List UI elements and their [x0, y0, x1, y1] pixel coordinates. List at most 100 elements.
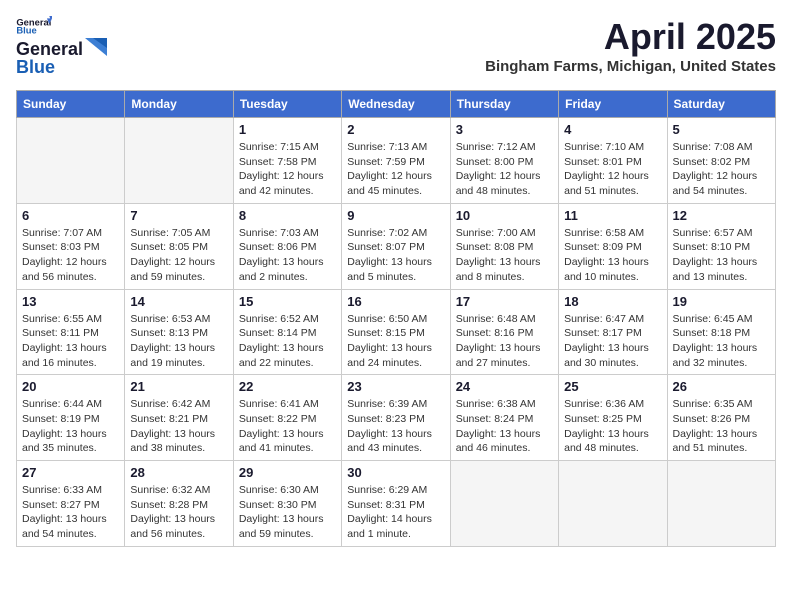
day-number: 1 [239, 122, 336, 137]
calendar-cell: 17 Sunrise: 6:48 AM Sunset: 8:16 PM Dayli… [450, 289, 558, 375]
calendar-week-5: 27Sunrise: 6:33 AM Sunset: 8:27 PM Dayli… [17, 461, 776, 547]
day-number: 29 [239, 465, 336, 480]
day-info: Sunrise: 6:33 AM Sunset: 8:27 PM Dayligh… [22, 483, 119, 542]
calendar-cell: 4Sunrise: 7:10 AM Sunset: 8:01 PM Daylig… [559, 118, 667, 204]
day-info: Sunrise: 7:00 AM Sunset: 8:08 PM Dayligh… [456, 226, 553, 285]
day-info: Sunrise: 6:29 AM Sunset: 8:31 PM Dayligh… [347, 483, 444, 542]
calendar-cell: 1Sunrise: 7:15 AM Sunset: 7:58 PM Daylig… [233, 118, 341, 204]
calendar-cell: 21 Sunrise: 6:42 AM Sunset: 8:21 PM Dayli… [125, 375, 233, 461]
day-number: 13 [22, 294, 119, 309]
page-header: General Blue General Blue April 2025 Bin… [16, 16, 776, 78]
day-number: 10 [456, 208, 553, 223]
weekday-header-monday: Monday [125, 91, 233, 118]
day-info: Sunrise: 6:57 AM Sunset: 8:10 PM Dayligh… [673, 226, 770, 285]
day-info: Sunrise: 7:08 AM Sunset: 8:02 PM Dayligh… [673, 140, 770, 199]
calendar-cell: 26 Sunrise: 6:35 AM Sunset: 8:26 PM Dayli… [667, 375, 775, 461]
day-number: 15 [239, 294, 336, 309]
day-number: 26 [673, 379, 770, 394]
day-info: Sunrise: 7:02 AM Sunset: 8:07 PM Dayligh… [347, 226, 444, 285]
day-number: 28 [130, 465, 227, 480]
day-info: Sunrise: 6:53 AM Sunset: 8:13 PM Dayligh… [130, 312, 227, 371]
calendar-table: SundayMondayTuesdayWednesdayThursdayFrid… [16, 90, 776, 547]
day-number: 22 [239, 379, 336, 394]
day-info: Sunrise: 6:38 AM Sunset: 8:24 PM Dayligh… [456, 397, 553, 456]
calendar-cell: 23Sunrise: 6:39 AM Sunset: 8:23 PM Dayli… [342, 375, 450, 461]
day-info: Sunrise: 6:55 AM Sunset: 8:11 PM Dayligh… [22, 312, 119, 371]
calendar-cell: 9Sunrise: 7:02 AM Sunset: 8:07 PM Daylig… [342, 203, 450, 289]
calendar-cell: 13 Sunrise: 6:55 AM Sunset: 8:11 PM Dayli… [17, 289, 125, 375]
day-info: Sunrise: 6:32 AM Sunset: 8:28 PM Dayligh… [130, 483, 227, 542]
logo-blue: Blue [16, 57, 55, 78]
day-info: Sunrise: 7:07 AM Sunset: 8:03 PM Dayligh… [22, 226, 119, 285]
calendar-cell: 27Sunrise: 6:33 AM Sunset: 8:27 PM Dayli… [17, 461, 125, 547]
calendar-cell [17, 118, 125, 204]
day-number: 11 [564, 208, 661, 223]
day-info: Sunrise: 7:12 AM Sunset: 8:00 PM Dayligh… [456, 140, 553, 199]
day-number: 3 [456, 122, 553, 137]
weekday-header-row: SundayMondayTuesdayWednesdayThursdayFrid… [17, 91, 776, 118]
calendar-cell: 11Sunrise: 6:58 AM Sunset: 8:09 PM Dayli… [559, 203, 667, 289]
day-info: Sunrise: 6:41 AM Sunset: 8:22 PM Dayligh… [239, 397, 336, 456]
day-number: 8 [239, 208, 336, 223]
day-number: 5 [673, 122, 770, 137]
day-number: 18 [564, 294, 661, 309]
calendar-cell: 7 Sunrise: 7:05 AM Sunset: 8:05 PM Daylig… [125, 203, 233, 289]
day-info: Sunrise: 6:45 AM Sunset: 8:18 PM Dayligh… [673, 312, 770, 371]
month-title: April 2025 [485, 16, 776, 58]
calendar-cell: 30Sunrise: 6:29 AM Sunset: 8:31 PM Dayli… [342, 461, 450, 547]
calendar-cell: 20 Sunrise: 6:44 AM Sunset: 8:19 PM Dayli… [17, 375, 125, 461]
weekday-header-friday: Friday [559, 91, 667, 118]
weekday-header-saturday: Saturday [667, 91, 775, 118]
day-info: Sunrise: 7:05 AM Sunset: 8:05 PM Dayligh… [130, 226, 227, 285]
weekday-header-tuesday: Tuesday [233, 91, 341, 118]
logo: General Blue General Blue [16, 16, 109, 78]
calendar-week-3: 13 Sunrise: 6:55 AM Sunset: 8:11 PM Dayli… [17, 289, 776, 375]
day-number: 21 [130, 379, 227, 394]
day-info: Sunrise: 7:10 AM Sunset: 8:01 PM Dayligh… [564, 140, 661, 199]
calendar-cell: 29 Sunrise: 6:30 AM Sunset: 8:30 PM Dayli… [233, 461, 341, 547]
calendar-cell: 12 Sunrise: 6:57 AM Sunset: 8:10 PM Dayli… [667, 203, 775, 289]
logo-icon: General Blue [16, 16, 52, 36]
day-info: Sunrise: 6:50 AM Sunset: 8:15 PM Dayligh… [347, 312, 444, 371]
weekday-header-sunday: Sunday [17, 91, 125, 118]
calendar-cell: 14Sunrise: 6:53 AM Sunset: 8:13 PM Dayli… [125, 289, 233, 375]
day-number: 20 [22, 379, 119, 394]
calendar-cell: 18 Sunrise: 6:47 AM Sunset: 8:17 PM Dayli… [559, 289, 667, 375]
day-info: Sunrise: 6:44 AM Sunset: 8:19 PM Dayligh… [22, 397, 119, 456]
day-number: 12 [673, 208, 770, 223]
svg-text:Blue: Blue [16, 25, 36, 36]
calendar-cell: 2Sunrise: 7:13 AM Sunset: 7:59 PM Daylig… [342, 118, 450, 204]
calendar-cell: 19Sunrise: 6:45 AM Sunset: 8:18 PM Dayli… [667, 289, 775, 375]
calendar-cell: 10 Sunrise: 7:00 AM Sunset: 8:08 PM Dayli… [450, 203, 558, 289]
weekday-header-thursday: Thursday [450, 91, 558, 118]
calendar-cell: 28 Sunrise: 6:32 AM Sunset: 8:28 PM Dayli… [125, 461, 233, 547]
day-number: 7 [130, 208, 227, 223]
day-info: Sunrise: 6:35 AM Sunset: 8:26 PM Dayligh… [673, 397, 770, 456]
calendar-week-4: 20 Sunrise: 6:44 AM Sunset: 8:19 PM Dayli… [17, 375, 776, 461]
day-info: Sunrise: 6:42 AM Sunset: 8:21 PM Dayligh… [130, 397, 227, 456]
location-title: Bingham Farms, Michigan, United States [485, 58, 776, 75]
calendar-cell: 5 Sunrise: 7:08 AM Sunset: 8:02 PM Daylig… [667, 118, 775, 204]
day-info: Sunrise: 6:47 AM Sunset: 8:17 PM Dayligh… [564, 312, 661, 371]
day-number: 17 [456, 294, 553, 309]
day-info: Sunrise: 6:30 AM Sunset: 8:30 PM Dayligh… [239, 483, 336, 542]
logo-triangle [85, 38, 107, 61]
calendar-cell: 6 Sunrise: 7:07 AM Sunset: 8:03 PM Daylig… [17, 203, 125, 289]
calendar-cell: 25 Sunrise: 6:36 AM Sunset: 8:25 PM Dayli… [559, 375, 667, 461]
day-info: Sunrise: 6:39 AM Sunset: 8:23 PM Dayligh… [347, 397, 444, 456]
calendar-cell: 15Sunrise: 6:52 AM Sunset: 8:14 PM Dayli… [233, 289, 341, 375]
calendar-week-1: 1Sunrise: 7:15 AM Sunset: 7:58 PM Daylig… [17, 118, 776, 204]
day-number: 25 [564, 379, 661, 394]
day-number: 6 [22, 208, 119, 223]
calendar-cell [667, 461, 775, 547]
day-info: Sunrise: 6:36 AM Sunset: 8:25 PM Dayligh… [564, 397, 661, 456]
calendar-cell: 24Sunrise: 6:38 AM Sunset: 8:24 PM Dayli… [450, 375, 558, 461]
title-block: April 2025 Bingham Farms, Michigan, Unit… [485, 16, 776, 75]
day-info: Sunrise: 6:48 AM Sunset: 8:16 PM Dayligh… [456, 312, 553, 371]
calendar-cell: 22 Sunrise: 6:41 AM Sunset: 8:22 PM Dayli… [233, 375, 341, 461]
calendar-cell: 16 Sunrise: 6:50 AM Sunset: 8:15 PM Dayli… [342, 289, 450, 375]
calendar-cell [125, 118, 233, 204]
day-number: 16 [347, 294, 444, 309]
calendar-cell: 8 Sunrise: 7:03 AM Sunset: 8:06 PM Daylig… [233, 203, 341, 289]
day-info: Sunrise: 7:03 AM Sunset: 8:06 PM Dayligh… [239, 226, 336, 285]
